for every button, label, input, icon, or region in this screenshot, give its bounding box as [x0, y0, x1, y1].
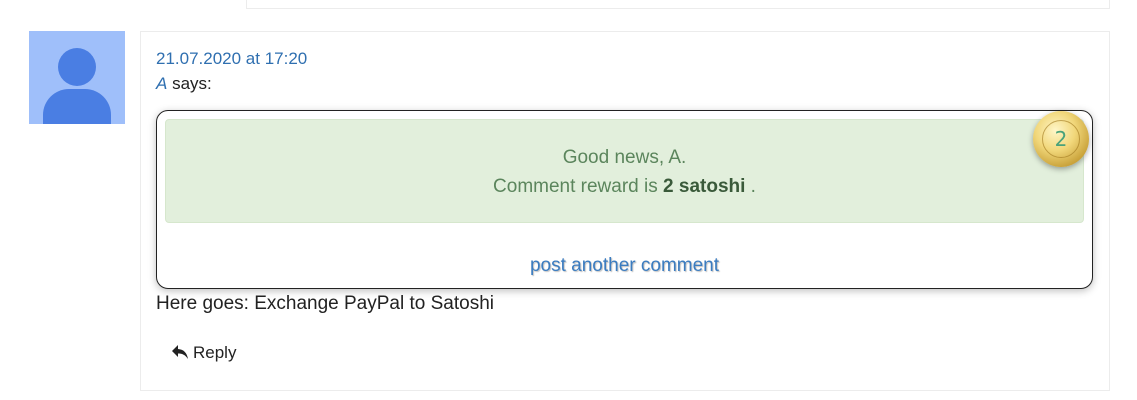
- post-another-comment-link[interactable]: post another comment: [157, 255, 1092, 277]
- avatar-body-icon: [43, 89, 111, 124]
- comment-author-line: A says:: [156, 74, 212, 94]
- comment-author[interactable]: A: [156, 74, 167, 93]
- reward-greeting: Good news, A.: [562, 147, 687, 168]
- reward-alert: Good news, A. Comment reward is 2 satosh…: [165, 119, 1084, 223]
- says-label: says:: [167, 74, 212, 93]
- bitcoin-coin-icon: 2: [1033, 111, 1089, 167]
- comment-date-link[interactable]: 21.07.2020 at 17:20: [156, 49, 307, 69]
- avatar-head-icon: [58, 48, 96, 86]
- reply-button[interactable]: Reply: [171, 343, 236, 363]
- avatar: [29, 31, 125, 124]
- previous-comment-box: [246, 0, 1110, 9]
- reward-popup: Good news, A. Comment reward is 2 satosh…: [156, 110, 1093, 289]
- reward-amount: 2 satoshi: [663, 176, 746, 197]
- comment-text: Here goes: Exchange PayPal to Satoshi: [156, 293, 494, 314]
- reward-line: Comment reward is 2 satoshi .: [166, 176, 1083, 198]
- reward-suffix: .: [745, 176, 756, 197]
- reward-prefix: Comment reward is: [493, 176, 664, 197]
- coin-value: 2: [1042, 120, 1080, 158]
- reply-arrow-icon: [172, 345, 188, 359]
- reply-label: Reply: [193, 343, 237, 362]
